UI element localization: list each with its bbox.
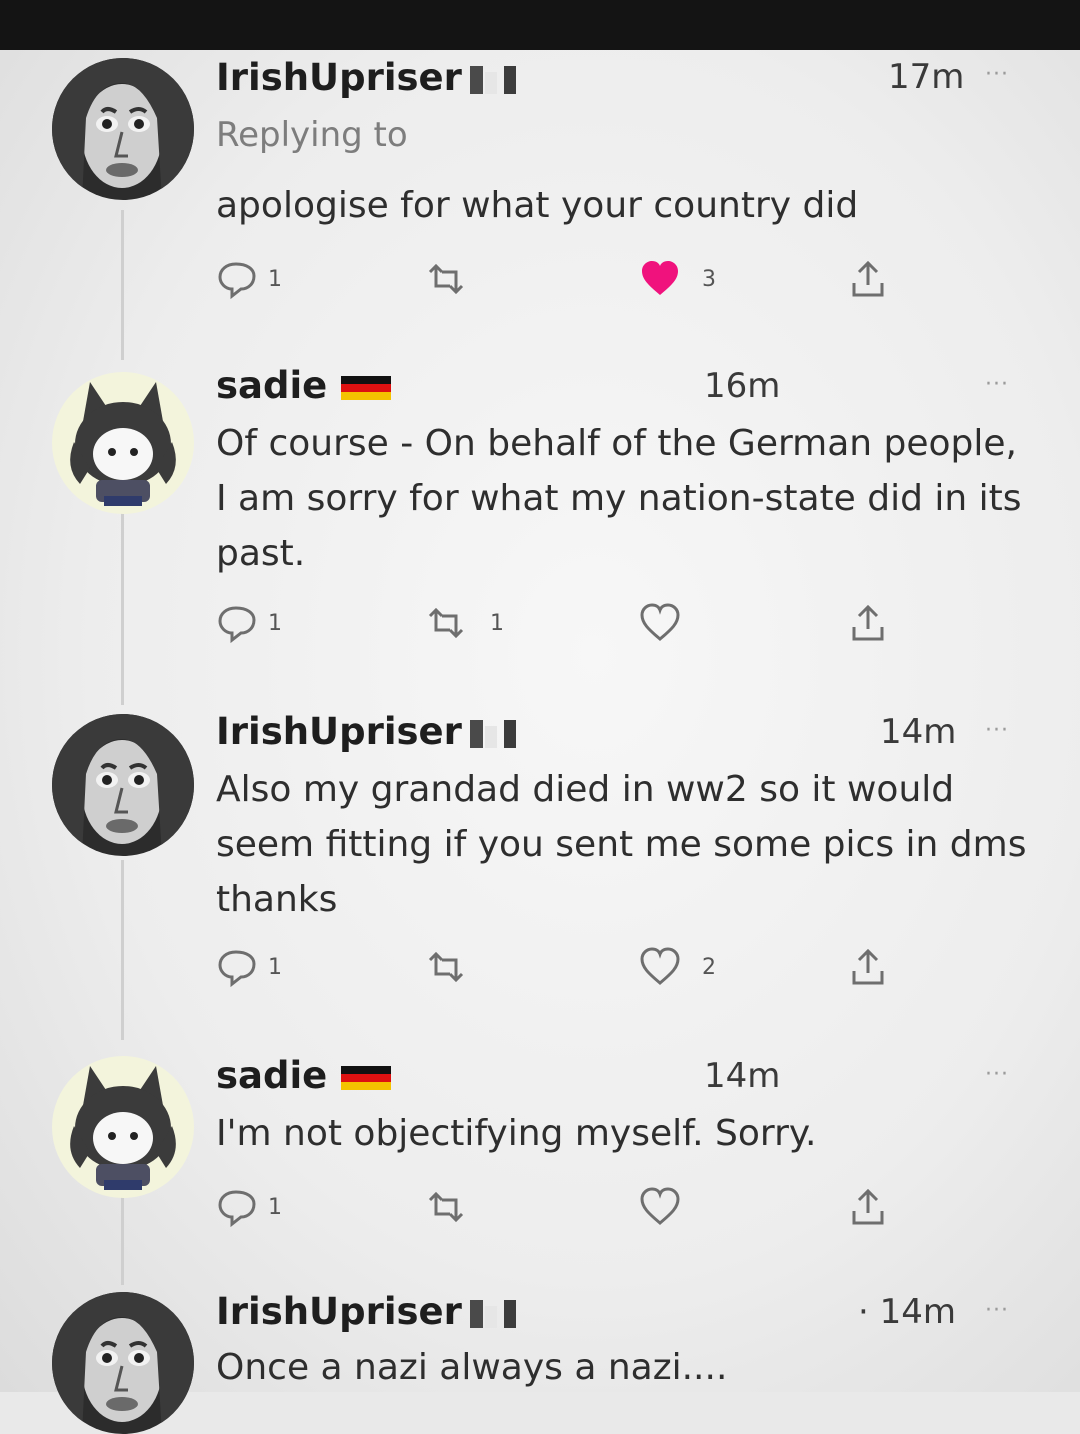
germany-flag-icon	[341, 375, 392, 400]
share-icon	[852, 949, 884, 985]
like-count: 3	[702, 266, 716, 292]
avatar[interactable]	[52, 1292, 194, 1434]
more-options-icon[interactable]: ···	[985, 1298, 1009, 1323]
ireland-flag-icon	[469, 719, 516, 748]
avatar[interactable]	[52, 58, 194, 200]
timestamp: 17m	[888, 57, 965, 97]
retweet-button[interactable]	[424, 254, 478, 304]
share-button[interactable]	[848, 598, 888, 648]
reply-count: 1	[268, 954, 282, 980]
replying-to: Replying to	[216, 115, 408, 155]
timestamp: · 14m	[858, 1292, 956, 1332]
like-button[interactable]: 3	[640, 254, 716, 304]
retweet-icon	[428, 952, 464, 982]
author-row: IrishUpriser	[216, 710, 518, 753]
reply-button[interactable]: 1	[216, 1182, 282, 1232]
tweet-actions: 1 3	[216, 254, 906, 304]
status-bar	[0, 0, 1080, 50]
tweet-actions: 1	[216, 1182, 906, 1232]
avatar[interactable]	[52, 1056, 194, 1198]
share-button[interactable]	[848, 1182, 888, 1232]
share-icon	[852, 605, 884, 641]
reply-count: 1	[268, 610, 282, 636]
thread-connector	[121, 860, 124, 1040]
germany-flag-icon	[341, 1065, 392, 1090]
more-options-icon[interactable]: ···	[985, 1062, 1009, 1087]
timestamp: 16m	[704, 366, 781, 406]
retweet-button[interactable]	[424, 942, 478, 992]
tweet-text: I'm not objectifying myself. Sorry.	[216, 1113, 817, 1154]
reply-count: 1	[268, 1194, 282, 1220]
reply-button[interactable]: 1	[216, 942, 282, 992]
avatar[interactable]	[52, 714, 194, 856]
reply-icon	[218, 950, 256, 986]
author-row: IrishUpriser	[216, 1290, 518, 1333]
author-name[interactable]: IrishUpriser	[216, 56, 462, 99]
author-name[interactable]: IrishUpriser	[216, 710, 462, 753]
tweet-text: Of course - On behalf of the German peop…	[216, 423, 1022, 574]
author-name[interactable]: IrishUpriser	[216, 1290, 462, 1333]
author-name[interactable]: sadie	[216, 1054, 327, 1097]
reply-button[interactable]: 1	[216, 254, 282, 304]
heart-icon	[640, 1187, 680, 1225]
more-options-icon[interactable]: ···	[985, 62, 1009, 87]
like-count: 2	[702, 954, 716, 980]
ireland-flag-icon	[469, 1299, 516, 1328]
retweet-icon	[428, 264, 464, 294]
heart-icon	[640, 947, 680, 985]
like-button[interactable]	[640, 598, 690, 648]
retweet-button[interactable]: 1	[424, 598, 504, 648]
ireland-flag-icon	[469, 65, 516, 94]
tweet-text: Once a nazi always a nazi....	[216, 1347, 728, 1388]
heart-filled-icon	[642, 261, 678, 295]
timestamp: 14m	[704, 1056, 781, 1096]
author-row: sadie	[216, 1054, 392, 1097]
tweet-actions: 1 1	[216, 598, 906, 648]
avatar[interactable]	[52, 372, 194, 514]
thread-connector	[121, 210, 124, 360]
more-options-icon[interactable]: ···	[985, 718, 1009, 743]
author-row: IrishUpriser	[216, 56, 518, 99]
tweet-actions: 1 2	[216, 942, 906, 992]
share-button[interactable]	[848, 942, 888, 992]
heart-icon	[640, 603, 680, 641]
tweet-text: apologise for what your country did	[216, 185, 859, 226]
reply-icon	[218, 262, 256, 298]
tweet-text: Also my grandad died in ww2 so it would …	[216, 769, 1027, 920]
timestamp: 14m	[880, 712, 957, 752]
retweet-button[interactable]	[424, 1182, 478, 1232]
reply-icon	[218, 606, 256, 642]
author-row: sadie	[216, 364, 392, 407]
share-icon	[852, 1189, 884, 1225]
like-button[interactable]: 2	[640, 942, 716, 992]
reply-count: 1	[268, 266, 282, 292]
more-options-icon[interactable]: ···	[985, 372, 1009, 397]
like-button[interactable]	[640, 1182, 690, 1232]
share-icon	[852, 261, 884, 297]
share-button[interactable]	[848, 254, 888, 304]
reply-button[interactable]: 1	[216, 598, 282, 648]
retweet-count: 1	[490, 610, 504, 636]
retweet-icon	[428, 608, 464, 638]
reply-icon	[218, 1190, 256, 1226]
retweet-icon	[428, 1192, 464, 1222]
author-name[interactable]: sadie	[216, 364, 327, 407]
